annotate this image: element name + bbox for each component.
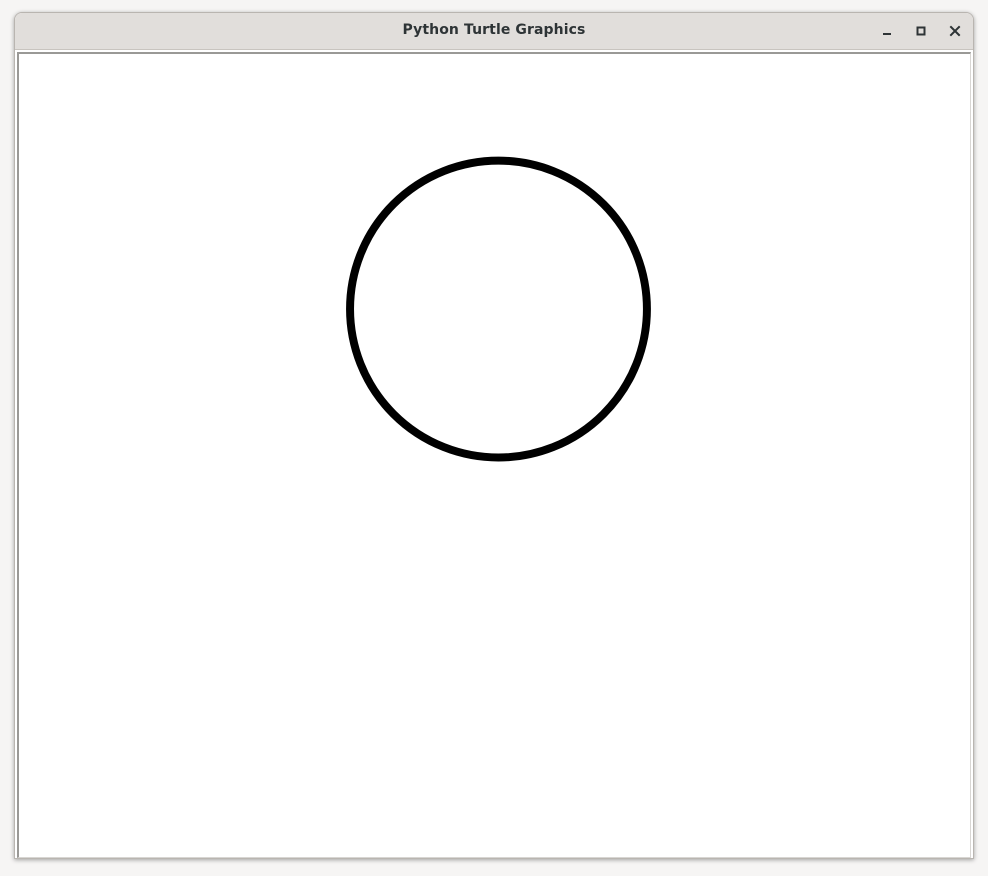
turtle-window: Python Turtle Graphics xyxy=(14,12,974,859)
window-title: Python Turtle Graphics xyxy=(402,22,586,38)
maximize-button[interactable] xyxy=(909,19,933,43)
turtle-canvas-frame xyxy=(17,52,971,858)
minimize-button[interactable] xyxy=(875,19,899,43)
title-bar[interactable]: Python Turtle Graphics xyxy=(15,13,973,50)
turtle-canvas[interactable] xyxy=(19,54,970,857)
maximize-icon xyxy=(916,26,926,36)
close-button[interactable] xyxy=(943,19,967,43)
drawn-circle xyxy=(346,156,651,462)
close-icon xyxy=(949,25,961,37)
window-controls xyxy=(875,19,967,43)
minimize-icon xyxy=(883,33,891,35)
